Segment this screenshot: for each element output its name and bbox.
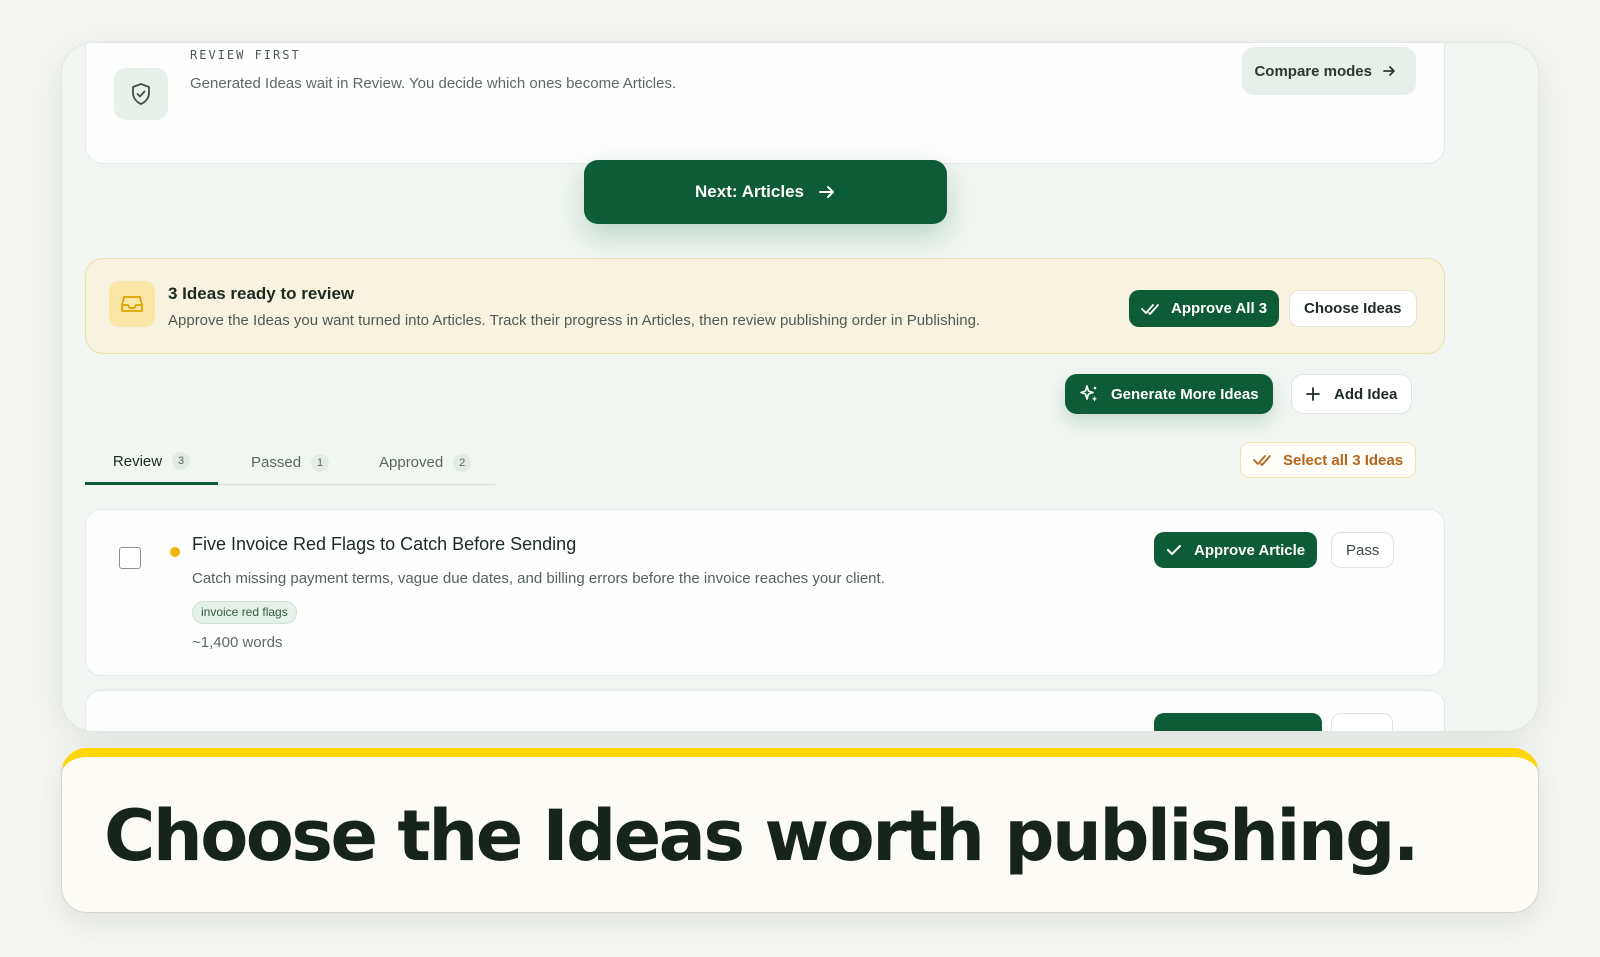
status-tabs: Review 3 Passed 1 Approved 2: [85, 440, 495, 485]
tab-count-badge: 3: [172, 452, 191, 470]
mode-eyebrow: REVIEW FIRST: [190, 48, 301, 62]
status-dot: [170, 547, 180, 557]
arrow-right-icon: [1383, 66, 1395, 76]
inbox-icon: [109, 281, 155, 327]
banner-description: Approve the Ideas you want turned into A…: [168, 312, 981, 329]
add-idea-label: Add Idea: [1334, 385, 1398, 403]
approve-article-label: Approve Article: [1194, 541, 1306, 559]
sparkle-icon: [1080, 385, 1097, 402]
pass-button[interactable]: [1331, 713, 1393, 731]
add-idea-button[interactable]: Add Idea: [1291, 374, 1413, 414]
compare-modes-button[interactable]: Compare modes: [1242, 47, 1416, 95]
tab-passed[interactable]: Passed 1: [251, 440, 330, 485]
arrow-right-icon: [818, 186, 834, 198]
keyword-tag: invoice red flags: [192, 601, 297, 624]
check-icon: [1167, 545, 1181, 555]
caption-headline: Choose the Ideas worth publishing.: [104, 795, 1419, 877]
plus-icon: [1306, 387, 1320, 401]
pass-button[interactable]: Pass: [1331, 532, 1395, 568]
review-mode-card: REVIEW FIRST Generated Ideas wait in Rev…: [85, 43, 1445, 164]
caption-banner: Choose the Ideas worth publishing.: [61, 748, 1539, 913]
idea-card-partial: [85, 690, 1445, 731]
tab-count-badge: 1: [311, 453, 330, 472]
banner-title: 3 Ideas ready to review: [168, 284, 355, 303]
tab-count-badge: 2: [453, 453, 472, 472]
select-all-label: Select all 3 Ideas: [1283, 451, 1404, 469]
next-button-label: Next: Articles: [695, 182, 804, 201]
tab-review[interactable]: Review 3: [85, 440, 218, 485]
tab-approved[interactable]: Approved 2: [379, 440, 472, 485]
mode-description: Generated Ideas wait in Review. You deci…: [190, 75, 677, 92]
select-all-ideas-button[interactable]: Select all 3 Ideas: [1240, 442, 1417, 478]
shield-check-icon: [114, 68, 168, 120]
next-articles-button[interactable]: Next: Articles: [584, 160, 947, 224]
double-check-icon: [1253, 455, 1271, 466]
generate-label: Generate More Ideas: [1111, 385, 1259, 403]
idea-card: Five Invoice Red Flags to Catch Before S…: [85, 509, 1445, 676]
approve-article-button[interactable]: Approve Article: [1154, 532, 1318, 568]
approve-all-label: Approve All 3: [1171, 300, 1268, 317]
ideas-ready-banner: 3 Ideas ready to review Approve the Idea…: [85, 258, 1445, 354]
tab-label: Passed: [251, 454, 302, 471]
approve-all-button[interactable]: Approve All 3: [1129, 290, 1280, 327]
compare-modes-label: Compare modes: [1254, 62, 1372, 80]
tab-label: Approved: [379, 454, 444, 471]
word-count: ~1,400 words: [192, 634, 283, 651]
choose-ideas-button[interactable]: Choose Ideas: [1289, 290, 1417, 327]
app-window: REVIEW FIRST Generated Ideas wait in Rev…: [61, 42, 1539, 732]
generate-more-ideas-button[interactable]: Generate More Ideas: [1065, 374, 1273, 414]
idea-description: Catch missing payment terms, vague due d…: [192, 570, 885, 587]
approve-article-button[interactable]: [1154, 713, 1322, 731]
tab-label: Review: [112, 452, 163, 470]
idea-checkbox[interactable]: [119, 547, 141, 569]
double-check-icon: [1141, 303, 1159, 315]
idea-title: Five Invoice Red Flags to Catch Before S…: [192, 534, 577, 554]
